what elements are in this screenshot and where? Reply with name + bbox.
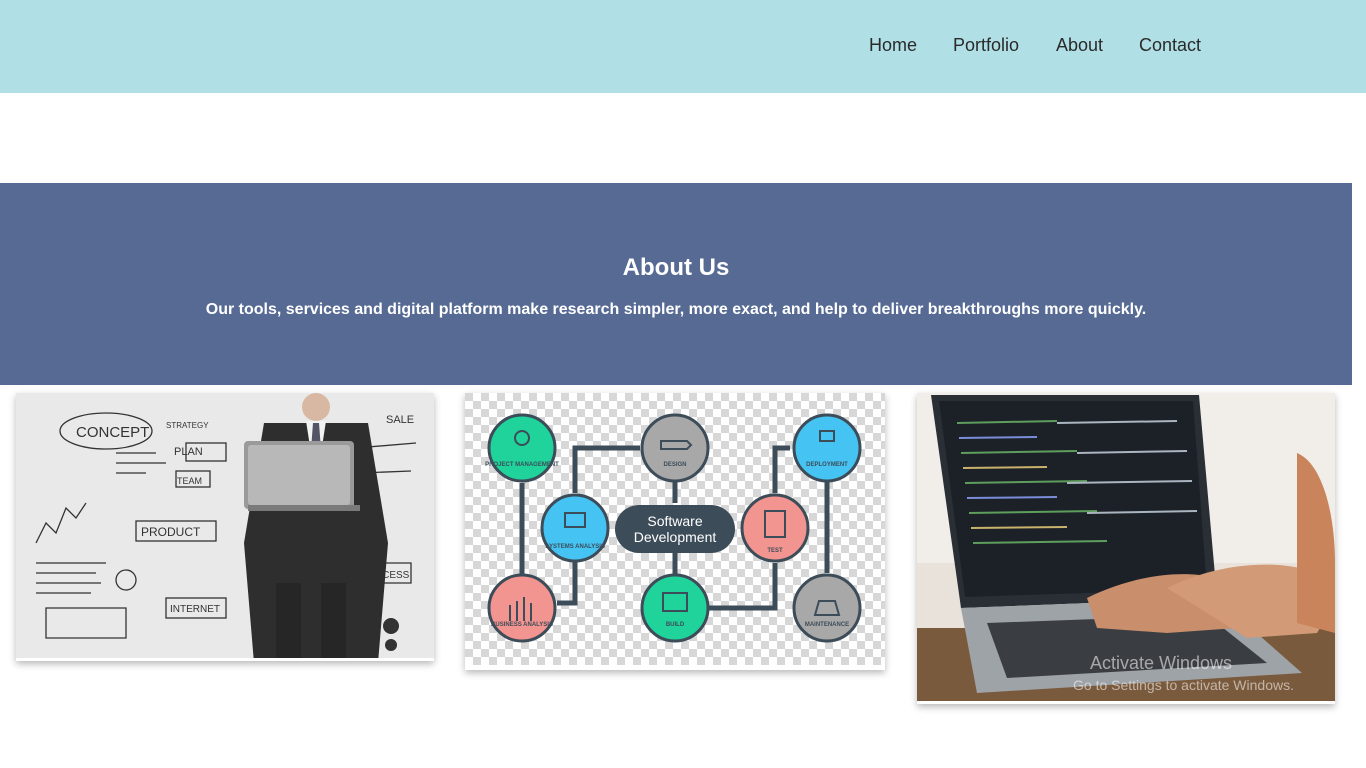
node-systems-analysis-label: SYSTEMS ANALYSIS xyxy=(545,544,605,550)
nav-about-link[interactable]: About xyxy=(1056,35,1103,56)
about-hero-section: About Us Our tools, services and digital… xyxy=(0,183,1352,385)
business-concept-image: CONCEPT PLAN TEAM PRODUCT INTERNET STRAT… xyxy=(16,393,434,658)
activate-windows-watermark: Activate Windows xyxy=(1090,653,1233,673)
concept-sketch-label: CONCEPT xyxy=(76,424,149,441)
node-test-label: TEST xyxy=(767,548,783,554)
plan-sketch-label: PLAN xyxy=(174,446,203,458)
strategy-sketch-label: STRATEGY xyxy=(166,421,209,430)
nav-contact-link[interactable]: Contact xyxy=(1139,35,1201,56)
about-description: Our tools, services and digital platform… xyxy=(205,301,1147,318)
product-sketch-label: PRODUCT xyxy=(141,525,201,539)
node-design-label: DESIGN xyxy=(663,462,686,468)
node-business-analysis-label: BUSINESS ANALYSIS xyxy=(491,622,553,628)
software-development-card: Software Development PROJECT MANAGEMENT … xyxy=(465,393,885,670)
about-title: About Us xyxy=(622,254,730,281)
diagram-center-line2: Development xyxy=(634,529,717,545)
activate-windows-hint: Go to Settings to activate Windows. xyxy=(1073,677,1294,693)
node-maintenance-label: MAINTENANCE xyxy=(805,622,849,628)
software-development-diagram: Software Development PROJECT MANAGEMENT … xyxy=(465,393,885,665)
sale-sketch-label: SALE xyxy=(386,414,414,426)
diagram-center-line1: Software xyxy=(647,513,702,529)
team-sketch-label: TEAM xyxy=(177,476,202,486)
internet-sketch-label: INTERNET xyxy=(170,604,220,615)
businessman-figure xyxy=(244,393,388,658)
nav-portfolio-link[interactable]: Portfolio xyxy=(953,35,1019,56)
top-navbar: Home Portfolio About Contact xyxy=(0,0,1366,93)
node-deployment-label: DEPLOYMENT xyxy=(806,462,848,468)
nav-home-link[interactable]: Home xyxy=(869,35,917,56)
page-right-edge xyxy=(1352,183,1366,768)
business-concept-card: CONCEPT PLAN TEAM PRODUCT INTERNET STRAT… xyxy=(16,393,434,661)
node-build-label: BUILD xyxy=(666,622,685,628)
node-project-management-label: PROJECT MANAGEMENT xyxy=(485,462,559,468)
